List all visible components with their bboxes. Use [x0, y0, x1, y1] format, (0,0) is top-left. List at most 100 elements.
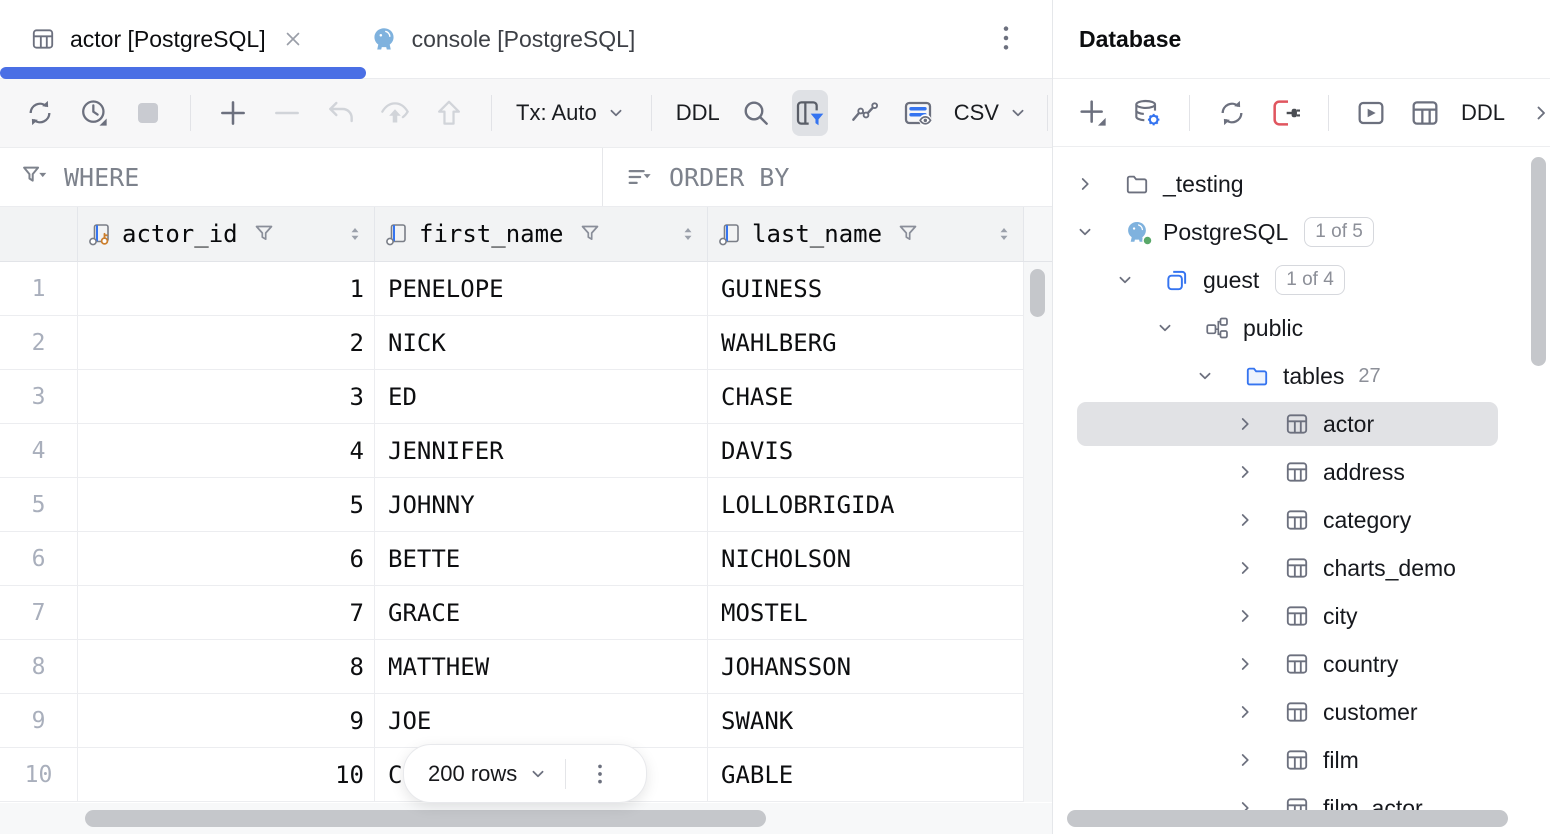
chevron-right-icon[interactable] [1233, 413, 1257, 435]
filter-view-toggle[interactable] [792, 90, 828, 136]
close-icon[interactable] [282, 28, 304, 50]
column-header-last-name[interactable]: last_name [708, 207, 1024, 261]
export-format-dropdown[interactable]: CSV [954, 100, 1029, 126]
vertical-scrollbar-thumb[interactable] [1030, 269, 1045, 317]
horizontal-scrollbar-thumb[interactable] [85, 810, 766, 827]
cell-last-name[interactable]: CHASE [708, 370, 1024, 423]
disconnect-button[interactable] [1268, 95, 1304, 131]
more-toolbar-button[interactable] [1523, 95, 1550, 131]
tree-item-customer[interactable]: customer [1053, 688, 1550, 736]
funnel-icon[interactable] [896, 222, 920, 246]
add-row-button[interactable] [215, 95, 251, 131]
cell-actor-id[interactable]: 3 [78, 370, 375, 423]
cell-last-name[interactable]: GUINESS [708, 262, 1024, 315]
cell-last-name[interactable]: GABLE [708, 748, 1024, 801]
column-header-first-name[interactable]: first_name [375, 207, 708, 261]
pager-options-kebab-icon[interactable] [580, 754, 620, 794]
tree-item-postgresql[interactable]: PostgreSQL 1 of 5 [1053, 208, 1550, 256]
sort-updown-icon[interactable] [993, 223, 1015, 245]
row-number[interactable]: 5 [0, 478, 78, 531]
cell-actor-id[interactable]: 9 [78, 694, 375, 747]
history-button[interactable] [76, 95, 112, 131]
cell-first-name[interactable]: PENELOPE [375, 262, 708, 315]
chevron-down-icon[interactable] [1153, 317, 1177, 339]
tree-item-testing[interactable]: _testing [1053, 160, 1550, 208]
sort-updown-icon[interactable] [344, 223, 366, 245]
vertical-scrollbar-track[interactable] [1024, 262, 1052, 802]
tree-item-actor[interactable]: actor [1053, 400, 1550, 448]
preview-changes-button[interactable] [377, 95, 413, 131]
cell-actor-id[interactable]: 6 [78, 532, 375, 585]
chevron-down-icon[interactable] [1073, 221, 1097, 243]
chevron-down-icon[interactable] [1193, 365, 1217, 387]
corner-header-cell[interactable] [0, 207, 78, 261]
cell-actor-id[interactable]: 1 [78, 262, 375, 315]
delete-row-button[interactable] [269, 95, 305, 131]
cell-actor-id[interactable]: 2 [78, 316, 375, 369]
sort-updown-icon[interactable] [677, 223, 699, 245]
cell-first-name[interactable]: NICK [375, 316, 708, 369]
tree-item-country[interactable]: country [1053, 640, 1550, 688]
cell-last-name[interactable]: SWANK [708, 694, 1024, 747]
cell-last-name[interactable]: LOLLOBRIGIDA [708, 478, 1024, 531]
add-datasource-button[interactable] [1075, 95, 1111, 131]
ddl-button[interactable]: DDL [1461, 100, 1505, 126]
tab-console[interactable]: console [PostgreSQL] [340, 0, 654, 78]
tab-options-kebab-icon[interactable] [990, 22, 1022, 54]
cell-last-name[interactable]: MOSTEL [708, 586, 1024, 639]
horizontal-scrollbar-thumb[interactable] [1067, 810, 1508, 827]
cell-first-name[interactable]: MATTHEW [375, 640, 708, 693]
chevron-right-icon[interactable] [1073, 173, 1097, 195]
cell-actor-id[interactable]: 7 [78, 586, 375, 639]
cell-last-name[interactable]: DAVIS [708, 424, 1024, 477]
row-number[interactable]: 2 [0, 316, 78, 369]
tree-item-address[interactable]: address [1053, 448, 1550, 496]
cell-first-name[interactable]: JOE [375, 694, 708, 747]
chart-view-button[interactable] [846, 95, 882, 131]
cell-actor-id[interactable]: 8 [78, 640, 375, 693]
stop-button[interactable] [130, 95, 166, 131]
tx-mode-dropdown[interactable]: Tx: Auto [516, 100, 627, 126]
tree-item-film[interactable]: film [1053, 736, 1550, 784]
cell-first-name[interactable]: ED [375, 370, 708, 423]
cell-first-name[interactable]: JOHNNY [375, 478, 708, 531]
cell-last-name[interactable]: WAHLBERG [708, 316, 1024, 369]
refresh-button[interactable] [1214, 95, 1250, 131]
funnel-icon[interactable] [252, 222, 276, 246]
row-number[interactable]: 8 [0, 640, 78, 693]
revert-button[interactable] [323, 95, 359, 131]
jump-to-console-button[interactable] [1353, 95, 1389, 131]
chevron-right-icon[interactable] [1233, 461, 1257, 483]
reload-button[interactable] [22, 95, 58, 131]
tree-item-city[interactable]: city [1053, 592, 1550, 640]
row-number[interactable]: 3 [0, 370, 78, 423]
cell-first-name[interactable]: GRACE [375, 586, 708, 639]
tree-item-tables[interactable]: tables 27 [1053, 352, 1550, 400]
search-button[interactable] [738, 95, 774, 131]
funnel-icon[interactable] [578, 222, 602, 246]
cell-first-name[interactable]: JENNIFER [375, 424, 708, 477]
column-header-actor-id[interactable]: actor_id [78, 207, 375, 261]
order-by-field[interactable]: ORDER BY [603, 148, 1052, 206]
page-size-dropdown[interactable]: 200 rows [428, 761, 549, 787]
cell-actor-id[interactable]: 5 [78, 478, 375, 531]
chevron-right-icon[interactable] [1233, 653, 1257, 675]
row-number[interactable]: 4 [0, 424, 78, 477]
records-view-button[interactable] [900, 95, 936, 131]
tree-item-category[interactable]: category [1053, 496, 1550, 544]
ddl-button[interactable]: DDL [676, 100, 720, 126]
tree-item-charts-demo[interactable]: charts_demo [1053, 544, 1550, 592]
chevron-right-icon[interactable] [1233, 749, 1257, 771]
cell-first-name[interactable]: BETTE [375, 532, 708, 585]
cell-last-name[interactable]: JOHANSSON [708, 640, 1024, 693]
tree-item-public[interactable]: public [1053, 304, 1550, 352]
where-filter-field[interactable]: WHERE [0, 148, 603, 206]
chevron-right-icon[interactable] [1233, 557, 1257, 579]
vertical-scrollbar-thumb[interactable] [1531, 157, 1546, 366]
cell-actor-id[interactable]: 10 [78, 748, 375, 801]
cell-actor-id[interactable]: 4 [78, 424, 375, 477]
datasource-properties-button[interactable] [1129, 95, 1165, 131]
row-number[interactable]: 6 [0, 532, 78, 585]
row-number[interactable]: 10 [0, 748, 78, 801]
chevron-right-icon[interactable] [1233, 605, 1257, 627]
